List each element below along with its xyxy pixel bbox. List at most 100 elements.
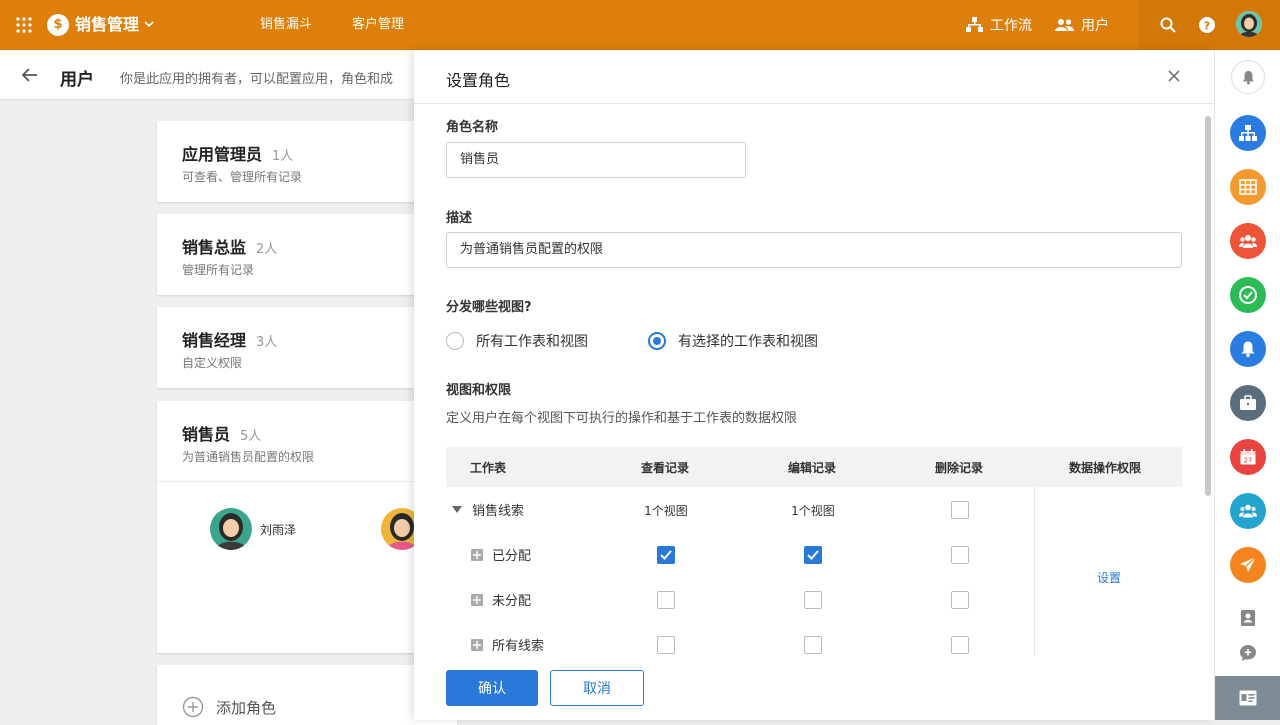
add-chat-icon[interactable] <box>1239 644 1257 662</box>
role-card-selected[interactable]: 销售员5人 为普通销售员配置的权限 刘雨泽 <box>157 401 457 653</box>
rail-app-calendar[interactable]: 27 <box>1230 439 1266 475</box>
page-title: 用户 <box>60 65 94 90</box>
role-description: 可查看、管理所有记录 <box>182 168 302 185</box>
divider <box>157 481 457 482</box>
briefcase-icon <box>1239 394 1257 412</box>
contact-card-icon[interactable] <box>1239 609 1257 627</box>
calendar-icon: 27 <box>1239 448 1257 466</box>
users-button[interactable]: 用户 <box>1055 14 1109 36</box>
delete-checkbox[interactable] <box>951 501 969 519</box>
delete-checkbox[interactable] <box>951 546 969 564</box>
column-header: 编辑记录 <box>788 459 836 476</box>
edit-checkbox[interactable] <box>804 546 822 564</box>
delete-checkbox[interactable] <box>951 591 969 609</box>
team-icon <box>1239 502 1257 520</box>
view-name: 所有线索 <box>492 635 544 654</box>
avatar <box>210 508 252 550</box>
role-title: 销售员5人 <box>182 421 261 445</box>
radio-button[interactable] <box>446 332 464 350</box>
sheet-name: 销售线索 <box>472 500 524 519</box>
radio-all-sheets[interactable]: 所有工作表和视图 <box>446 331 588 351</box>
rail-app-contacts[interactable] <box>1230 493 1266 529</box>
add-role-button[interactable]: 添加角色 <box>182 696 276 718</box>
role-card[interactable]: 应用管理员1人 可查看、管理所有记录 <box>157 121 457 202</box>
role-card[interactable]: 销售经理3人 自定义权限 <box>157 307 457 388</box>
confirm-button[interactable]: 确认 <box>446 670 538 706</box>
rail-app-work[interactable] <box>1230 385 1266 421</box>
role-member-count: 1人 <box>272 149 293 164</box>
cancel-button[interactable]: 取消 <box>550 670 644 706</box>
dialog-title: 设置角色 <box>446 67 510 91</box>
rail-app-reminders[interactable] <box>1230 331 1266 367</box>
users-icon <box>1055 18 1074 32</box>
view-checkbox[interactable] <box>657 546 675 564</box>
radio-selected-sheets[interactable]: 有选择的工作表和视图 <box>648 331 818 351</box>
workflow-label: 工作流 <box>990 15 1032 35</box>
view-icon <box>471 549 483 561</box>
role-title: 应用管理员1人 <box>182 141 293 165</box>
close-icon[interactable] <box>1168 70 1180 82</box>
bell-icon <box>1239 340 1257 358</box>
role-member-count: 5人 <box>240 429 261 444</box>
member-item[interactable]: 刘雨泽 <box>210 508 296 550</box>
dialog-header: 设置角色 <box>414 50 1214 104</box>
description-label: 描述 <box>446 207 472 226</box>
dialog-footer: 确认 取消 <box>414 656 1214 720</box>
user-avatar[interactable] <box>1236 11 1262 37</box>
view-checkbox[interactable] <box>657 636 675 654</box>
table-row: 所有线索 <box>471 635 544 654</box>
table-row-parent[interactable]: 销售线索 <box>452 500 524 519</box>
app-grid-icon[interactable] <box>15 16 33 34</box>
view-name: 已分配 <box>492 545 531 564</box>
table-icon <box>1239 178 1257 196</box>
svg-text:27: 27 <box>1244 457 1253 465</box>
role-name-input[interactable]: 销售员 <box>446 142 746 178</box>
chevron-down-icon[interactable] <box>144 19 154 29</box>
role-name-label: 角色名称 <box>446 116 498 135</box>
role-description: 为普通销售员配置的权限 <box>182 448 314 465</box>
view-records-value[interactable]: 1个视图 <box>626 502 706 519</box>
edit-checkbox[interactable] <box>804 591 822 609</box>
search-icon[interactable] <box>1160 17 1176 33</box>
delete-checkbox[interactable] <box>951 636 969 654</box>
rail-app-org[interactable] <box>1230 115 1266 151</box>
top-bar: $ 销售管理 销售漏斗 客户管理 工作流 用户 ? <box>0 0 1280 50</box>
rail-app-table[interactable] <box>1230 169 1266 205</box>
data-permissions-settings-link[interactable]: 设置 <box>1097 569 1121 586</box>
role-description: 管理所有记录 <box>182 261 254 278</box>
view-icon <box>471 594 483 606</box>
scrollbar[interactable] <box>1205 116 1211 496</box>
description-input[interactable]: 为普通销售员配置的权限 <box>446 232 1182 268</box>
column-header: 查看记录 <box>641 459 689 476</box>
radio-button-checked[interactable] <box>648 332 666 350</box>
table-header: 工作表 查看记录 编辑记录 删除记录 数据操作权限 <box>446 447 1182 487</box>
back-arrow-icon[interactable] <box>21 66 39 84</box>
table-row: 未分配 <box>471 590 531 609</box>
help-icon[interactable]: ? <box>1199 17 1215 33</box>
view-icon <box>471 639 483 651</box>
caret-down-icon[interactable] <box>452 506 462 514</box>
id-card-icon[interactable] <box>1239 690 1257 706</box>
rail-app-send[interactable] <box>1230 547 1266 583</box>
svg-text:?: ? <box>1204 20 1210 33</box>
view-checkbox[interactable] <box>657 591 675 609</box>
rail-app-tasks[interactable] <box>1230 277 1266 313</box>
nav-sales-funnel[interactable]: 销售漏斗 <box>260 16 312 34</box>
role-member-count: 2人 <box>256 242 277 257</box>
org-chart-icon <box>1239 124 1257 142</box>
column-header: 数据操作权限 <box>1069 459 1141 476</box>
edit-checkbox[interactable] <box>804 636 822 654</box>
role-card[interactable]: 销售总监2人 管理所有记录 <box>157 214 457 295</box>
rail-footer <box>1215 676 1280 720</box>
app-name[interactable]: 销售管理 <box>75 14 139 36</box>
check-circle-icon <box>1239 286 1257 304</box>
role-settings-dialog: 设置角色 角色名称 销售员 描述 为普通销售员配置的权限 分发哪些视图? 所有工… <box>414 50 1214 720</box>
nav-customer-management[interactable]: 客户管理 <box>352 16 404 34</box>
rail-app-users[interactable] <box>1230 223 1266 259</box>
edit-records-value[interactable]: 1个视图 <box>773 502 853 519</box>
bell-icon <box>1242 70 1255 85</box>
workflow-button[interactable]: 工作流 <box>966 14 1032 36</box>
role-title: 销售总监2人 <box>182 234 277 258</box>
permissions-table: 工作表 查看记录 编辑记录 删除记录 数据操作权限 销售线索 1个视图 1个视图… <box>446 447 1182 656</box>
notification-button[interactable] <box>1231 60 1265 94</box>
